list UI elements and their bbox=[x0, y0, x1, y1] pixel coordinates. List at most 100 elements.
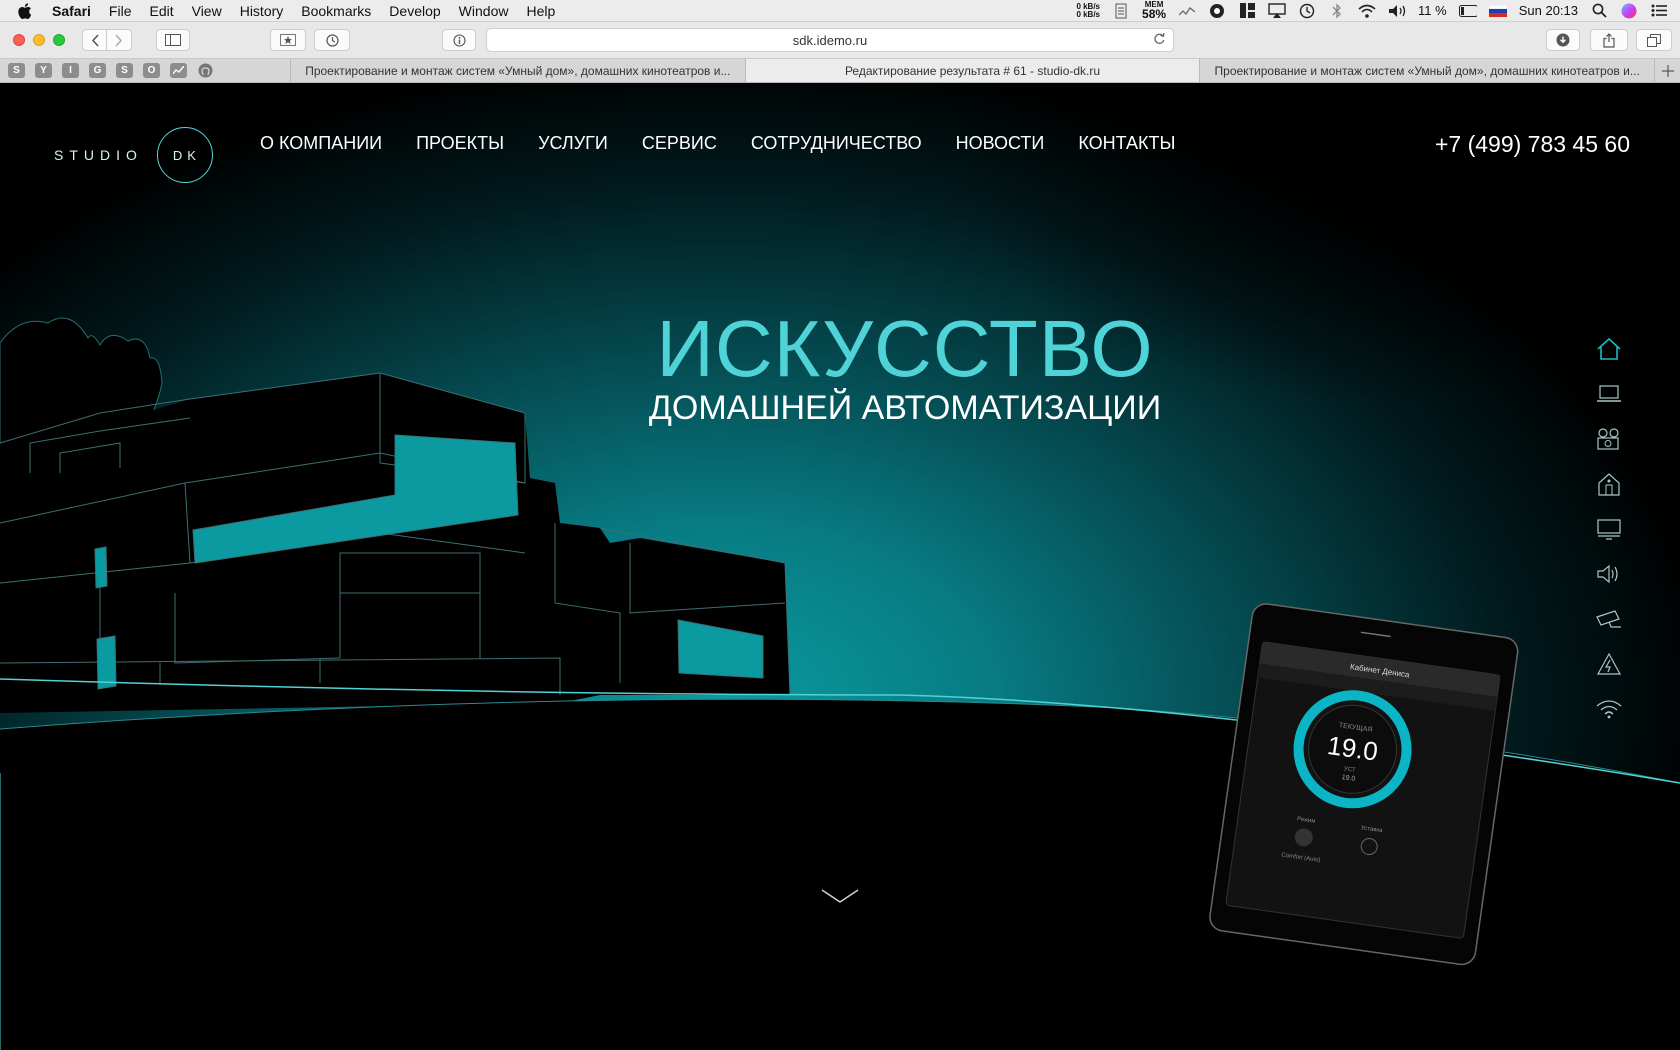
menu-file[interactable]: File bbox=[109, 3, 132, 19]
disk-activity-icon[interactable] bbox=[1112, 2, 1130, 20]
share-icon bbox=[1603, 32, 1615, 48]
history-button[interactable] bbox=[314, 29, 350, 51]
battery-percent[interactable]: 11 % bbox=[1418, 3, 1447, 18]
status-area: 0 kB/s 0 kB/s MEM 58% 11 % Sun 20:13 bbox=[1076, 1, 1668, 20]
net-download: 0 kB/s bbox=[1076, 9, 1101, 19]
section-icon-nav bbox=[1594, 335, 1624, 723]
monitor-icon[interactable] bbox=[1594, 515, 1624, 543]
tablet-device: Кабинет Дениса ТЕКУЩАЯ 19.0 УСТ 19.0 Реж… bbox=[1209, 603, 1519, 966]
new-tab-button[interactable] bbox=[1654, 59, 1680, 82]
menu-window[interactable]: Window bbox=[459, 3, 509, 19]
hero-subtitle: ДОМАШНЕЙ АВТОМАТИЗАЦИИ bbox=[648, 389, 1162, 427]
chevron-left-icon bbox=[91, 33, 99, 47]
bookmarks-button[interactable] bbox=[270, 29, 306, 51]
apple-menu-icon[interactable] bbox=[18, 2, 38, 19]
logo-text: STUDIO bbox=[54, 147, 143, 163]
web-page: Кабинет Дениса ТЕКУЩАЯ 19.0 УСТ 19.0 Реж… bbox=[0, 83, 1680, 1050]
info-icon bbox=[452, 33, 466, 47]
nav-news[interactable]: НОВОСТИ bbox=[956, 133, 1045, 154]
extension-icon[interactable] bbox=[1208, 2, 1226, 20]
sidebar-button[interactable] bbox=[156, 29, 190, 51]
clock[interactable]: Sun 20:13 bbox=[1519, 3, 1578, 18]
nav-cooperation[interactable]: СОТРУДНИЧЕСТВО bbox=[751, 133, 922, 154]
forward-button[interactable] bbox=[107, 29, 132, 51]
tab-overview-button[interactable] bbox=[1636, 29, 1672, 51]
close-window-button[interactable] bbox=[13, 34, 25, 46]
pinned-tab[interactable]: Y bbox=[35, 63, 52, 78]
browser-tab[interactable]: Проектирование и монтаж систем «Умный до… bbox=[290, 59, 745, 82]
browser-toolbar: sdk.idemo.ru bbox=[0, 22, 1680, 59]
pinned-tab[interactable]: S bbox=[8, 63, 25, 78]
pinned-tab[interactable]: G bbox=[89, 63, 106, 78]
chevron-right-icon bbox=[115, 33, 123, 47]
site-logo[interactable]: STUDIO DK bbox=[54, 127, 213, 183]
spotlight-search-icon[interactable] bbox=[1590, 2, 1608, 20]
power-icon[interactable] bbox=[1594, 650, 1624, 678]
menu-app-safari[interactable]: Safari bbox=[52, 3, 91, 19]
memory-monitor[interactable]: MEM 58% bbox=[1142, 1, 1166, 21]
browser-tab[interactable]: Проектирование и монтаж систем «Умный до… bbox=[1199, 59, 1654, 82]
window-controls bbox=[13, 34, 65, 46]
wifi-status-icon[interactable] bbox=[1358, 2, 1376, 20]
scroll-down-chevron-icon[interactable] bbox=[820, 887, 860, 905]
browser-tab-active[interactable]: Редактирование результата # 61 - studio-… bbox=[744, 59, 1200, 82]
menu-view[interactable]: View bbox=[192, 3, 222, 19]
pinned-tab[interactable]: I bbox=[62, 63, 79, 78]
nav-service[interactable]: СЕРВИС bbox=[642, 133, 717, 154]
downloads-button[interactable] bbox=[1546, 29, 1580, 51]
reload-icon[interactable] bbox=[1153, 32, 1165, 48]
projector-icon[interactable] bbox=[1594, 425, 1624, 453]
laptop-icon[interactable] bbox=[1594, 380, 1624, 408]
pinned-tab[interactable]: S bbox=[116, 63, 133, 78]
smart-house-icon[interactable] bbox=[1594, 470, 1624, 498]
menu-edit[interactable]: Edit bbox=[149, 3, 173, 19]
phone-number[interactable]: +7 (499) 783 45 60 bbox=[1435, 131, 1630, 158]
house-window bbox=[94, 546, 108, 589]
house-window bbox=[96, 635, 117, 690]
zoom-window-button[interactable] bbox=[53, 34, 65, 46]
hero-title: ИСКУССТВО bbox=[656, 304, 1154, 393]
pinned-tab-github-icon[interactable] bbox=[197, 63, 214, 78]
download-icon bbox=[1556, 33, 1570, 47]
nav-projects[interactable]: ПРОЕКТЫ bbox=[416, 133, 504, 154]
address-bar-url: sdk.idemo.ru bbox=[792, 32, 868, 48]
security-camera-icon[interactable] bbox=[1594, 605, 1624, 633]
home-icon[interactable] bbox=[1594, 335, 1624, 363]
share-button[interactable] bbox=[1590, 29, 1628, 51]
menu-bar: Safari File Edit View History Bookmarks … bbox=[0, 0, 1680, 22]
window-layout-icon[interactable] bbox=[1238, 2, 1256, 20]
main-nav: О КОМПАНИИ ПРОЕКТЫ УСЛУГИ СЕРВИС СОТРУДН… bbox=[260, 133, 1175, 154]
tab-bar: S Y I G S O Проектирование и монтаж сист… bbox=[0, 59, 1680, 83]
menu-develop[interactable]: Develop bbox=[389, 3, 440, 19]
airplay-icon[interactable] bbox=[1268, 2, 1286, 20]
cpu-graph-icon[interactable] bbox=[1178, 2, 1196, 20]
battery-icon[interactable] bbox=[1458, 2, 1477, 20]
plus-icon bbox=[1661, 64, 1674, 77]
address-bar[interactable]: sdk.idemo.ru bbox=[486, 28, 1174, 52]
menu-bookmarks[interactable]: Bookmarks bbox=[301, 3, 371, 19]
input-source-flag-icon[interactable] bbox=[1488, 2, 1507, 20]
pinned-tab-chart-icon[interactable] bbox=[170, 63, 187, 78]
nav-about[interactable]: О КОМПАНИИ bbox=[260, 133, 382, 154]
clock-icon bbox=[325, 33, 339, 47]
minimize-window-button[interactable] bbox=[33, 34, 45, 46]
network-monitor[interactable]: 0 kB/s 0 kB/s bbox=[1076, 2, 1101, 19]
menu-help[interactable]: Help bbox=[526, 3, 555, 19]
menu-history[interactable]: History bbox=[240, 3, 284, 19]
site-info-button[interactable] bbox=[442, 29, 476, 51]
speaker-icon[interactable] bbox=[1594, 560, 1624, 588]
tabs-icon bbox=[1647, 33, 1661, 47]
nav-contacts[interactable]: КОНТАКТЫ bbox=[1078, 133, 1175, 154]
bluetooth-icon[interactable] bbox=[1328, 2, 1346, 20]
notification-center-icon[interactable] bbox=[1650, 2, 1668, 20]
logo-mark: DK bbox=[156, 127, 213, 183]
volume-icon[interactable] bbox=[1388, 2, 1406, 20]
wifi-icon[interactable] bbox=[1594, 695, 1624, 723]
back-button[interactable] bbox=[82, 29, 107, 51]
time-machine-icon[interactable] bbox=[1298, 2, 1316, 20]
pinned-tab[interactable]: O bbox=[143, 63, 160, 78]
star-icon bbox=[280, 34, 296, 46]
siri-icon[interactable] bbox=[1620, 2, 1638, 20]
nav-services[interactable]: УСЛУГИ bbox=[538, 133, 608, 154]
sidebar-icon bbox=[165, 34, 181, 46]
